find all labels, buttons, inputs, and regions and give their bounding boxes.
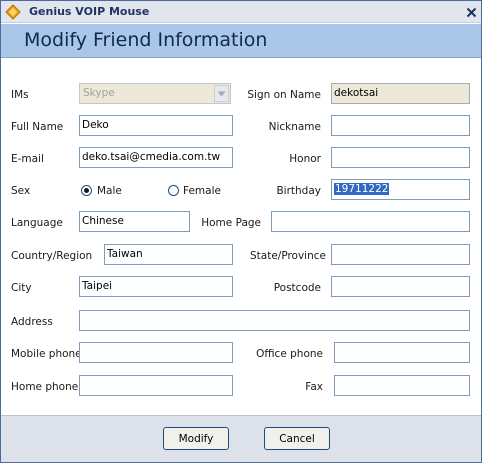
email-field[interactable]: deko.tsai@cmedia.com.tw [79,147,233,168]
sign-on-name-label: Sign on Name [247,89,321,101]
city-field[interactable]: Taipei [79,276,233,297]
mobile-phone-label: Mobile phone [11,348,82,360]
city-label: City [11,282,32,294]
birthday-label: Birthday [276,185,321,197]
fax-label: Fax [305,381,323,393]
nickname-field[interactable] [331,115,470,136]
birthday-field[interactable]: 19711222 [331,179,470,200]
birthday-value: 19711222 [334,183,390,195]
postcode-label: Postcode [273,282,321,294]
state-field[interactable] [331,244,470,265]
language-label: Language [11,217,63,229]
title-bar[interactable]: Genius VOIP Mouse [1,1,481,23]
home-phone-label: Home phone [11,381,79,393]
sex-label: Sex [11,185,31,197]
language-field[interactable]: Chinese [79,211,190,232]
close-icon[interactable] [463,4,479,20]
genius-logo-icon [5,4,21,20]
sex-male-label[interactable]: Male [97,184,122,198]
office-phone-label: Office phone [256,348,323,360]
postcode-field[interactable] [331,276,470,297]
honor-label: Honor [289,153,321,165]
dialog-window: Genius VOIP Mouse Modify Friend Informat… [0,0,482,463]
address-label: Address [11,316,53,328]
sign-on-name-field[interactable]: dekotsai [331,83,470,104]
country-field[interactable]: Taiwan [104,244,233,265]
cancel-button[interactable]: Cancel [264,427,330,450]
home-page-label: Home Page [201,217,261,229]
mobile-phone-field[interactable] [79,342,233,363]
home-phone-field[interactable] [79,375,233,396]
honor-field[interactable] [331,147,470,168]
dialog-header: Modify Friend Information [1,24,481,58]
email-label: E-mail [11,153,44,165]
full-name-label: Full Name [11,121,64,133]
home-page-field[interactable] [271,211,470,232]
fax-field[interactable] [334,375,470,396]
sex-female-radio[interactable] [168,185,179,196]
ims-value: Skype [83,87,115,99]
dialog-title: Modify Friend Information [24,29,268,51]
country-label: Country/Region [11,250,93,262]
radio-selected-dot [84,188,89,193]
ims-label: IMs [11,89,29,101]
button-bar: Modify Cancel [1,415,481,462]
full-name-field[interactable]: Deko [79,115,233,136]
address-field[interactable] [79,310,470,331]
chevron-down-icon[interactable] [214,85,229,102]
office-phone-field[interactable] [334,342,470,363]
nickname-label: Nickname [268,121,321,133]
friend-info-form: IMs Skype Sign on Name dekotsai Full Nam… [1,59,481,415]
state-label: State/Province [249,250,326,262]
sex-female-label[interactable]: Female [183,184,221,198]
modify-button[interactable]: Modify [163,427,229,450]
ims-select[interactable]: Skype [79,83,231,104]
sex-male-radio[interactable] [81,185,92,196]
app-title: Genius VOIP Mouse [29,5,150,18]
